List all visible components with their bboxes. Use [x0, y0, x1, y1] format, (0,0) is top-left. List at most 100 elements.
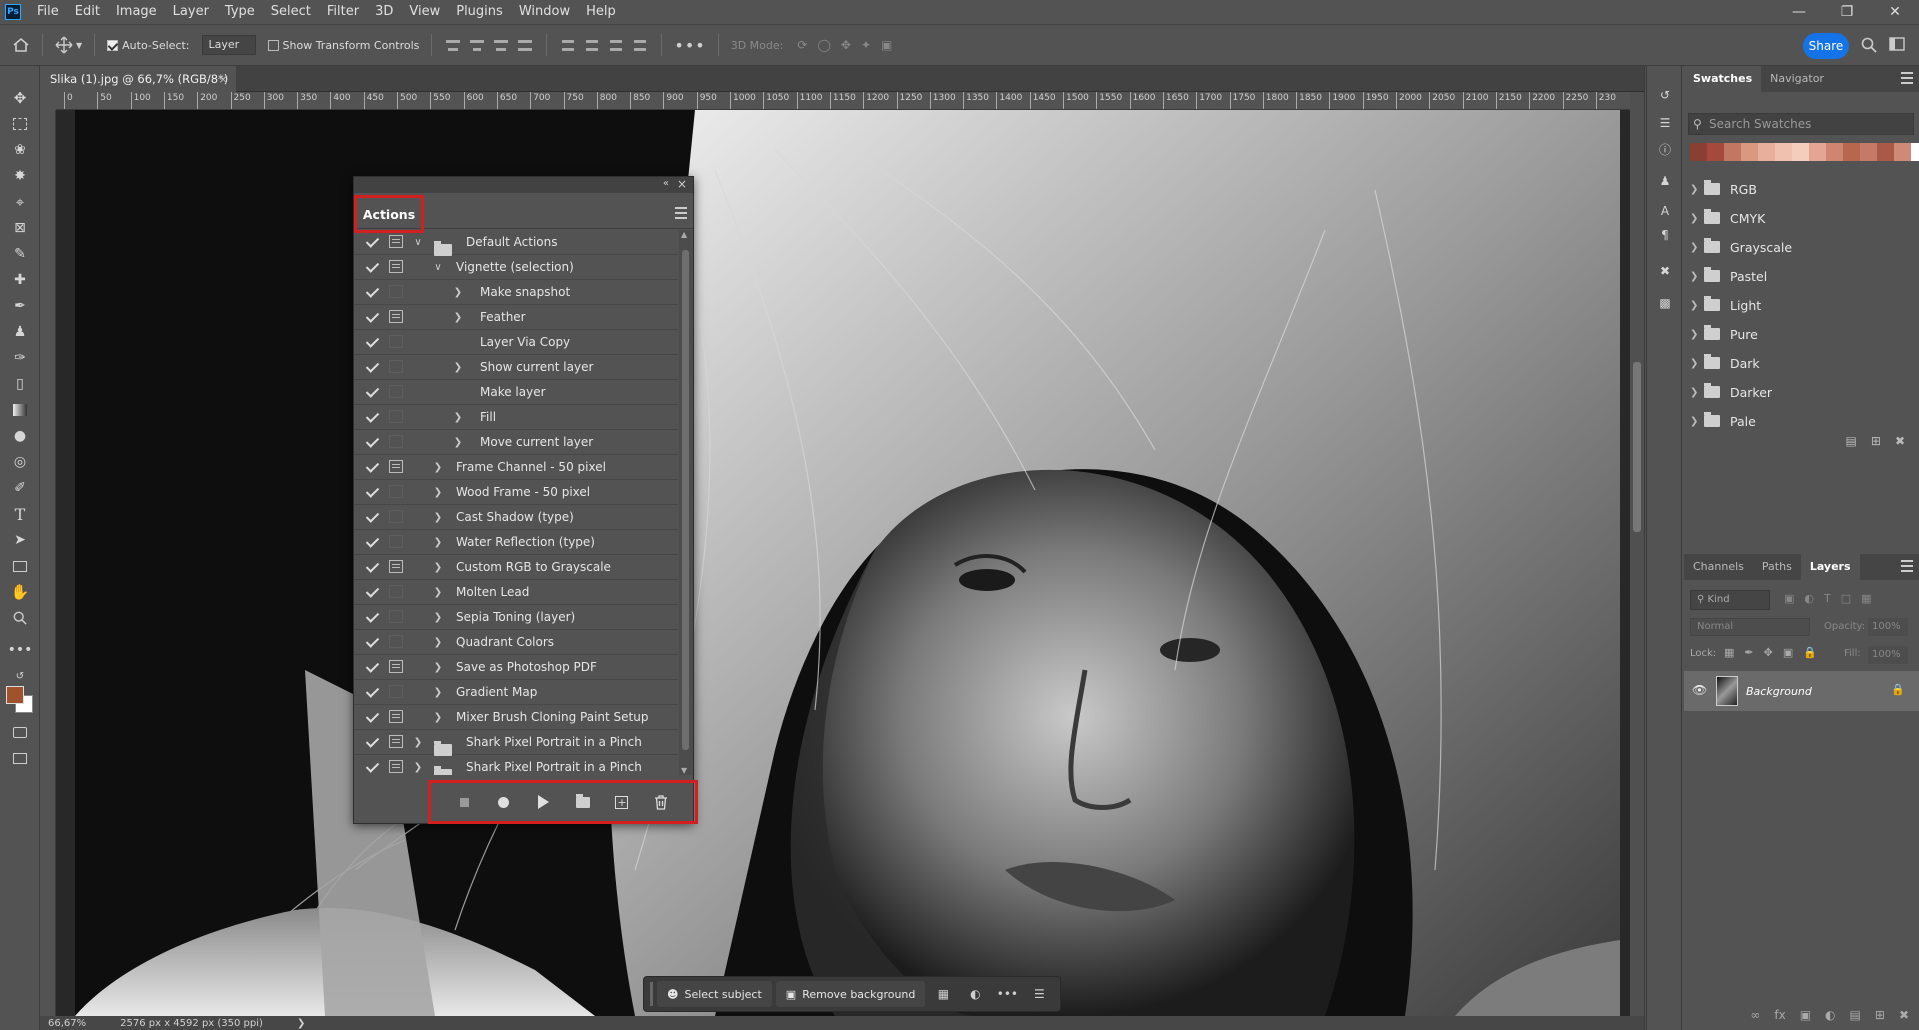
toggle-dialog-icon[interactable]	[389, 735, 403, 748]
layers-panel-menu-icon[interactable]	[1901, 560, 1913, 572]
tab-paths[interactable]: Paths	[1753, 554, 1801, 580]
align-vertical-centers-button[interactable]	[583, 37, 601, 53]
align-bottom-edges-button[interactable]	[607, 37, 625, 53]
opacity-field[interactable]: 100%	[1868, 618, 1908, 636]
new-layer-icon[interactable]: ⊞	[1875, 1008, 1885, 1030]
swap-colors-button[interactable]: ↺	[5, 666, 35, 686]
action-step[interactable]: ❯ Feather	[354, 305, 678, 330]
action-step[interactable]: ❯ Fill	[354, 405, 678, 430]
delete-button[interactable]	[650, 791, 672, 813]
search-button[interactable]	[1861, 37, 1877, 53]
toggle-dialog-icon[interactable]	[389, 485, 403, 498]
canvas-vertical-scrollbar[interactable]	[1630, 92, 1644, 1016]
swatch-group-dark[interactable]: ❯ Dark	[1690, 349, 1910, 377]
chevron-right-icon[interactable]: ❯	[432, 462, 444, 473]
info-panel-button[interactable]: ⓘ	[1654, 138, 1676, 160]
toggle-dialog-icon[interactable]	[389, 285, 403, 298]
toggle-item-checkmark-icon[interactable]	[364, 234, 380, 250]
menu-type[interactable]: Type	[217, 0, 263, 24]
share-button[interactable]: Share	[1803, 33, 1849, 59]
toggle-dialog-icon[interactable]	[389, 410, 403, 423]
chevron-right-icon[interactable]: ❯	[412, 737, 424, 748]
toggle-dialog-icon[interactable]	[389, 235, 403, 248]
screen-mode-button[interactable]	[5, 746, 35, 770]
character-panel-button[interactable]: A	[1654, 200, 1676, 222]
hand-tool[interactable]: ✋	[5, 580, 35, 604]
zoom-tool[interactable]	[5, 606, 35, 630]
layer-style-fx-icon[interactable]: fx	[1774, 1008, 1785, 1030]
new-group-folder-icon[interactable]: ▤	[1846, 434, 1857, 456]
pan-3d-icon[interactable]: ✥	[841, 38, 851, 52]
scale-3d-icon[interactable]: ▣	[881, 38, 892, 52]
scroll-down-icon[interactable]: ▼	[681, 766, 687, 775]
orbit-3d-icon[interactable]: ⟳	[797, 38, 807, 52]
lasso-tool[interactable]: ❀	[5, 138, 35, 162]
move-tool-preset[interactable]: ▼	[55, 36, 82, 54]
toggle-item-checkmark-icon[interactable]	[364, 559, 380, 575]
dodge-tool[interactable]: ◎	[5, 450, 35, 474]
swatch-group-pure[interactable]: ❯ Pure	[1690, 320, 1910, 348]
action-item[interactable]: ❯ Molten Lead	[354, 580, 678, 605]
pen-tool[interactable]: ✐	[5, 476, 35, 500]
blur-tool[interactable]: ●	[5, 424, 35, 448]
menu-image[interactable]: Image	[108, 0, 165, 24]
color-swatch[interactable]	[1690, 143, 1707, 161]
vertical-ruler[interactable]	[40, 110, 56, 1016]
toggle-item-checkmark-icon[interactable]	[364, 384, 380, 400]
gradient-tool[interactable]	[5, 398, 35, 422]
chevron-right-icon[interactable]: ❯	[452, 287, 464, 298]
action-step[interactable]: Make layer	[354, 380, 678, 405]
chevron-right-icon[interactable]: ❯	[452, 412, 464, 423]
lock-image-pixels-icon[interactable]: ✒	[1744, 646, 1753, 659]
toggle-item-checkmark-icon[interactable]	[364, 584, 380, 600]
roll-3d-icon[interactable]: ◯	[817, 38, 830, 52]
delete-layer-trash-icon[interactable]: ✖	[1899, 1008, 1909, 1030]
tab-channels[interactable]: Channels	[1684, 554, 1753, 580]
chevron-down-icon[interactable]: ∨	[412, 237, 424, 248]
actions-scrollbar[interactable]: ▲ ▼	[679, 230, 693, 775]
chevron-right-icon[interactable]: ❯	[432, 662, 444, 673]
action-set[interactable]: ❯ Shark Pixel Portrait in a Pinch	[354, 730, 678, 756]
chevron-right-icon[interactable]: ❯	[452, 312, 464, 323]
chevron-down-icon[interactable]: ∨	[432, 262, 444, 273]
color-swatch[interactable]	[1843, 143, 1860, 161]
play-selection-button[interactable]	[532, 791, 554, 813]
toggle-item-checkmark-icon[interactable]	[364, 334, 380, 350]
crop-tool[interactable]: ⌖	[5, 190, 35, 214]
scrollbar-thumb[interactable]	[682, 250, 689, 750]
chevron-right-icon[interactable]: ❯	[1690, 213, 1704, 224]
chevron-right-icon[interactable]: ❯	[432, 512, 444, 523]
add-mask-icon[interactable]: ▣	[1800, 1008, 1811, 1030]
new-group-icon[interactable]: ▤	[1850, 1008, 1861, 1030]
history-panel-button[interactable]: ↺	[1654, 84, 1676, 106]
swatch-group-light[interactable]: ❯ Light	[1690, 291, 1910, 319]
chevron-right-icon[interactable]: ❯	[432, 537, 444, 548]
actions-panel-menu-icon[interactable]	[675, 207, 687, 219]
type-filter-icon[interactable]: T	[1824, 592, 1831, 605]
layer-thumbnail[interactable]	[1716, 676, 1738, 706]
toggle-item-checkmark-icon[interactable]	[364, 609, 380, 625]
lock-artboard-icon[interactable]: ▣	[1783, 646, 1793, 659]
action-item[interactable]: ❯ Quadrant Colors	[354, 630, 678, 655]
toggle-item-checkmark-icon[interactable]	[364, 459, 380, 475]
toggle-dialog-icon[interactable]	[389, 260, 403, 273]
more-context-button[interactable]: •••	[993, 981, 1021, 1007]
color-swatch[interactable]	[1809, 143, 1826, 161]
align-right-edges-button[interactable]	[492, 37, 510, 53]
context-settings-button[interactable]: ☰	[1025, 981, 1053, 1007]
delete-swatch-trash-icon[interactable]: ✖	[1895, 434, 1905, 456]
tool-presets-panel-button[interactable]: ✖	[1654, 260, 1676, 282]
eraser-tool[interactable]: ▯	[5, 372, 35, 396]
scrollbar-thumb[interactable]	[1633, 362, 1641, 532]
chevron-right-icon[interactable]: ❯	[432, 712, 444, 723]
toggle-dialog-icon[interactable]	[389, 310, 403, 323]
menu-view[interactable]: View	[401, 0, 448, 24]
toggle-dialog-icon[interactable]	[389, 585, 403, 598]
action-item[interactable]: ❯ Wood Frame - 50 pixel	[354, 480, 678, 505]
adjustment-button[interactable]: ◐	[961, 981, 989, 1007]
portrait-photo[interactable]	[75, 110, 1620, 1016]
toggle-dialog-icon[interactable]	[389, 760, 403, 773]
toggle-item-checkmark-icon[interactable]	[364, 634, 380, 650]
remove-background-button[interactable]: ▣ Remove background	[775, 981, 926, 1007]
toggle-item-checkmark-icon[interactable]	[364, 284, 380, 300]
